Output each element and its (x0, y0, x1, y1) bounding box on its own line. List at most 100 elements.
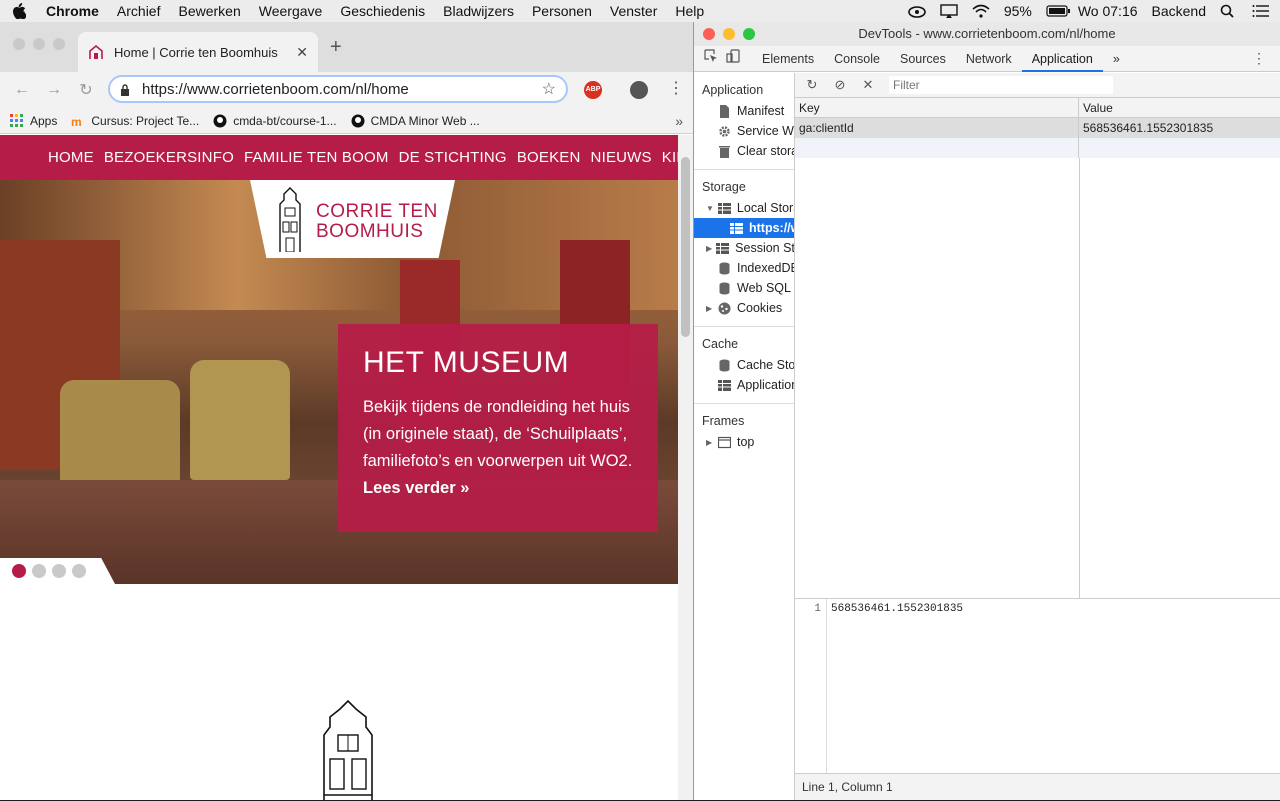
menu-geschiedenis[interactable]: Geschiedenis (340, 3, 425, 19)
tab-console[interactable]: Console (824, 46, 890, 72)
bookmark-cmda-bt[interactable]: cmda-bt/course-1... (213, 114, 337, 128)
slider-dot[interactable] (52, 564, 66, 578)
clear-all-icon[interactable]: ⊘ (833, 78, 847, 92)
nav-kids[interactable]: KIDS (662, 149, 678, 166)
menu-weergave[interactable]: Weergave (259, 3, 323, 19)
profile-avatar-icon[interactable] (630, 81, 648, 99)
column-header-value[interactable]: Value (1079, 98, 1280, 117)
expanded-triangle-icon[interactable]: ▼ (706, 204, 714, 213)
preview-code[interactable]: 568536461.1552301835 (831, 603, 963, 615)
airplay-icon[interactable] (940, 4, 958, 18)
sidebar-item-application-cache[interactable]: Application (694, 375, 794, 395)
notification-center-icon[interactable] (1252, 4, 1270, 18)
sidebar-item-manifest[interactable]: Manifest (694, 101, 794, 121)
menu-personen[interactable]: Personen (532, 3, 592, 19)
sidebar-item-clear-storage[interactable]: Clear stora (694, 141, 794, 161)
filter-input[interactable] (889, 76, 1113, 94)
sidebar-item-cookies[interactable]: ▶ Cookies (694, 298, 794, 318)
bookmarks-overflow-button[interactable]: » (675, 113, 683, 129)
devtools-titlebar: DevTools - www.corrietenboom.com/nl/home (694, 22, 1280, 46)
sidebar-item-cache-storage[interactable]: Cache Sto (694, 355, 794, 375)
adblock-plus-icon[interactable]: ABP (584, 81, 602, 99)
url-text[interactable]: https://www.corrietenboom.com/nl/home (142, 81, 409, 98)
cell-key[interactable]: ga:clientId (795, 118, 1079, 138)
cell-key-empty[interactable] (795, 138, 1079, 158)
cell-value-empty[interactable] (1079, 138, 1280, 158)
chrome-menu-icon[interactable]: ⋮ (668, 78, 684, 98)
sidebar-item-frame-top[interactable]: ▶ top (694, 432, 794, 452)
table-row-empty[interactable] (795, 138, 1280, 158)
devtools-close-button[interactable] (703, 28, 715, 40)
battery-icon[interactable] (1046, 4, 1070, 18)
slider-dot[interactable] (72, 564, 86, 578)
reload-icon[interactable]: ↻ (74, 80, 98, 100)
sidebar-item-web-sql[interactable]: Web SQL (694, 278, 794, 298)
bookmark-cursus[interactable]: m Cursus: Project Te... (71, 114, 199, 129)
tab-network[interactable]: Network (956, 46, 1022, 72)
forward-arrow-icon[interactable]: → (42, 81, 66, 99)
read-more-link[interactable]: Lees verder » (363, 479, 469, 497)
scrollbar-thumb[interactable] (681, 157, 690, 337)
more-tabs-button[interactable]: » (1103, 46, 1130, 72)
tab-sources[interactable]: Sources (890, 46, 956, 72)
nav-nieuws[interactable]: NIEUWS (591, 149, 652, 166)
cell-value[interactable]: 568536461.1552301835 (1079, 118, 1280, 138)
sidebar-item-local-storage-origin[interactable]: https://w (694, 218, 794, 238)
sidebar-item-indexeddb[interactable]: IndexedDB (694, 258, 794, 278)
menu-bewerken[interactable]: Bewerken (178, 3, 240, 19)
tab-elements[interactable]: Elements (752, 46, 824, 72)
nav-familie-ten-boom[interactable]: FAMILIE TEN BOOM (244, 149, 389, 166)
nav-de-stichting[interactable]: DE STICHTING (399, 149, 507, 166)
device-toolbar-icon[interactable] (722, 46, 752, 72)
tab-application[interactable]: Application (1021, 46, 1103, 72)
bookmark-apps[interactable]: Apps (10, 113, 57, 128)
spotlight-search-icon[interactable] (1220, 4, 1238, 18)
site-navigation: HOME BEZOEKERSINFO FAMILIE TEN BOOM DE S… (0, 135, 678, 180)
sidebar-item-label: Cache Sto (737, 358, 795, 372)
nav-bezoekersinfo[interactable]: BEZOEKERSINFO (104, 149, 234, 166)
menu-bladwijzers[interactable]: Bladwijzers (443, 3, 514, 19)
site-logo-text[interactable]: CORRIE TEN BOOMHUIS (316, 202, 438, 242)
line-number-gutter: 1 (795, 599, 827, 774)
collapsed-triangle-icon[interactable]: ▶ (706, 244, 712, 253)
slider-dot[interactable] (12, 564, 26, 578)
devtools-minimize-button[interactable] (723, 28, 735, 40)
window-minimize-button[interactable] (33, 38, 45, 50)
inspect-element-icon[interactable] (694, 46, 722, 72)
clock[interactable]: Wo 07:16 (1078, 3, 1138, 19)
table-row[interactable]: ga:clientId 568536461.1552301835 (795, 118, 1280, 138)
lock-icon[interactable] (120, 83, 130, 96)
creative-cloud-icon[interactable] (908, 4, 926, 18)
page-scrollbar[interactable] (678, 135, 693, 800)
wifi-icon[interactable] (972, 4, 990, 18)
refresh-icon[interactable]: ↻ (805, 78, 819, 92)
menu-help[interactable]: Help (675, 3, 704, 19)
nav-home[interactable]: HOME (48, 149, 94, 166)
new-tab-button[interactable]: + (330, 36, 342, 59)
browser-tab[interactable]: Home | Corrie ten Boomhuis ✕ (78, 32, 318, 72)
user-name[interactable]: Backend (1152, 3, 1206, 19)
bookmark-cmda-minor[interactable]: CMDA Minor Web ... (351, 114, 480, 128)
menu-archief[interactable]: Archief (117, 3, 161, 19)
window-close-button[interactable] (13, 38, 25, 50)
collapsed-triangle-icon[interactable]: ▶ (706, 438, 714, 447)
back-arrow-icon[interactable]: ← (10, 81, 34, 99)
column-header-key[interactable]: Key (795, 98, 1079, 117)
sidebar-item-session-storage[interactable]: ▶ Session St (694, 238, 794, 258)
window-zoom-button[interactable] (53, 38, 65, 50)
menu-chrome[interactable]: Chrome (46, 3, 99, 19)
delete-selected-icon[interactable]: ✕ (861, 78, 875, 92)
devtools-zoom-button[interactable] (743, 28, 755, 40)
apple-icon[interactable] (12, 3, 28, 20)
tab-close-icon[interactable]: ✕ (296, 44, 308, 61)
bookmark-star-icon[interactable]: ☆ (542, 79, 556, 99)
sidebar-item-service-workers[interactable]: Service Wo (694, 121, 794, 141)
nav-boeken[interactable]: BOEKEN (517, 149, 581, 166)
slider-dot[interactable] (32, 564, 46, 578)
collapsed-triangle-icon[interactable]: ▶ (706, 304, 714, 313)
address-bar[interactable]: https://www.corrietenboom.com/nl/home ☆ (108, 75, 568, 103)
devtools-menu-icon[interactable]: ⋮ (1252, 50, 1266, 67)
menu-venster[interactable]: Venster (610, 3, 657, 19)
sidebar-item-local-storage[interactable]: ▼ Local Stora (694, 198, 794, 218)
hero-slider[interactable]: CORRIE TEN BOOMHUIS HET MUSEUM Bekijk ti… (0, 180, 678, 584)
